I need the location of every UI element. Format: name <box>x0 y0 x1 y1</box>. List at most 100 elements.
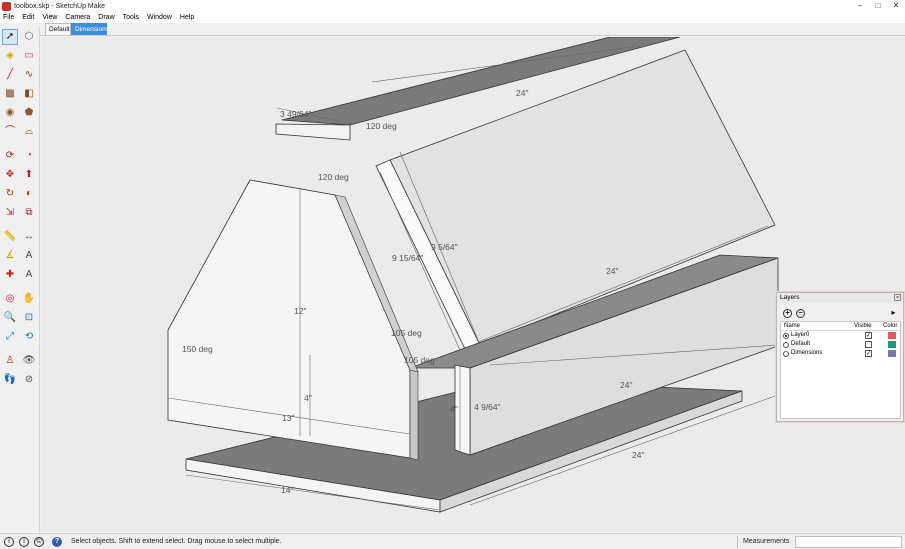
layer-visible-checkbox[interactable]: ✓ <box>865 332 872 339</box>
previous-view-icon[interactable]: ⟲ <box>21 329 37 345</box>
scale-icon[interactable]: ⇲ <box>2 205 18 221</box>
layer-name[interactable]: Default <box>791 340 810 349</box>
text-icon[interactable]: A <box>21 248 37 264</box>
menu-view[interactable]: View <box>42 14 57 21</box>
arc-icon[interactable]: ⌒ <box>2 124 18 140</box>
top-strip-front[interactable] <box>275 123 351 141</box>
minimize-button[interactable]: – <box>851 0 869 11</box>
walk-icon[interactable]: 👣 <box>2 372 18 388</box>
details-arrow-icon[interactable]: ▸ <box>889 308 898 317</box>
follow-me-icon[interactable]: ◐ <box>21 186 37 202</box>
rectangle-icon[interactable]: ▩ <box>2 86 18 102</box>
look-around-icon[interactable]: 👁 <box>21 353 37 369</box>
three-point-arc-icon[interactable]: ⟳ <box>2 148 18 164</box>
select-icon[interactable]: ➚ <box>2 29 18 45</box>
arc-icon-glyph: ⌒ <box>5 126 15 137</box>
dim-front-board-height[interactable]: 4 9/64" <box>474 402 501 412</box>
eraser-icon[interactable]: ▭ <box>21 48 37 64</box>
geo-location-icon[interactable]: i <box>4 537 14 547</box>
layer-row-default[interactable]: Default <box>781 340 900 349</box>
layer-name[interactable]: Dimensions <box>791 349 822 358</box>
end-panel-bottom-edge[interactable] <box>409 369 419 461</box>
dim-end-lower-height[interactable]: 4" <box>304 393 312 403</box>
two-point-arc-icon[interactable]: ⌓ <box>21 124 37 140</box>
push-pull-icon[interactable]: ⬆ <box>21 167 37 183</box>
dim-front-angle-b[interactable]: 105 deg <box>404 355 435 365</box>
model-viewport[interactable]: 3 49/64" 120 deg 24" 120 deg 24" 9 5/64"… <box>41 37 905 532</box>
menu-draw[interactable]: Draw <box>98 14 114 21</box>
3d-text-icon[interactable]: A <box>21 267 37 283</box>
credits-icon[interactable]: i <box>19 537 29 547</box>
menu-camera[interactable]: Camera <box>65 14 90 21</box>
protractor-icon[interactable]: ∡ <box>2 248 18 264</box>
line-icon[interactable]: ╱ <box>2 67 18 83</box>
measurements-input[interactable] <box>795 536 902 548</box>
remove-layer-button[interactable]: − <box>796 309 805 318</box>
menu-help[interactable]: Help <box>180 14 194 21</box>
zoom-extents-icon[interactable]: ⤢ <box>2 329 18 345</box>
layer-row-dimensions[interactable]: Dimensions ✓ <box>781 349 900 358</box>
dim-front-angle-a[interactable]: 105 deg <box>391 328 422 338</box>
active-layer-radio[interactable] <box>783 351 789 357</box>
menu-tools[interactable]: Tools <box>123 14 139 21</box>
component-icon[interactable]: ⬡ <box>21 29 37 45</box>
close-button[interactable]: ✕ <box>887 0 905 11</box>
dim-base-width[interactable]: 14" <box>281 485 293 495</box>
menu-window[interactable]: Window <box>147 14 172 21</box>
axes-icon[interactable]: ✚ <box>2 267 18 283</box>
scene-tabs: Default Dimensions <box>0 23 905 36</box>
pie-icon[interactable]: ◔ <box>21 148 37 164</box>
maximize-button[interactable]: □ <box>869 0 887 11</box>
tab-default[interactable]: Default <box>45 23 71 35</box>
rotated-rectangle-icon[interactable]: ◧ <box>21 86 37 102</box>
layer-visible-checkbox[interactable]: ✓ <box>865 350 872 357</box>
column-color-header[interactable]: Color <box>883 322 897 331</box>
tape-measure-icon[interactable]: 📏 <box>2 229 18 245</box>
layer-visible-checkbox[interactable] <box>865 341 872 348</box>
section-plane-icon[interactable]: ⊘ <box>21 372 37 388</box>
active-layer-radio[interactable] <box>783 333 789 339</box>
column-name-header[interactable]: Name <box>784 322 800 331</box>
offset-icon[interactable]: ⧉ <box>21 205 37 221</box>
toolbox-model[interactable]: 3 49/64" 120 deg 24" 120 deg 24" 9 5/64"… <box>41 37 905 532</box>
dim-front-height[interactable]: 4" <box>450 404 458 414</box>
sign-in-icon[interactable]: © <box>34 537 44 547</box>
dim-base-length[interactable]: 24" <box>632 450 644 460</box>
column-visible-header[interactable]: Visible <box>854 322 872 331</box>
paint-bucket-icon[interactable]: ◈ <box>2 48 18 64</box>
tab-dimensions[interactable]: Dimensions <box>71 23 109 35</box>
dim-side-panel-length[interactable]: 24" <box>606 266 618 276</box>
position-camera-icon[interactable]: ♙ <box>2 353 18 369</box>
move-icon[interactable]: ✥ <box>2 167 18 183</box>
zoom-window-icon[interactable]: ⊡ <box>21 310 37 326</box>
dim-side-angle[interactable]: 120 deg <box>318 172 349 182</box>
dim-end-width[interactable]: 13" <box>282 413 294 423</box>
active-layer-radio[interactable] <box>783 342 789 348</box>
dim-end-left-angle[interactable]: 150 deg <box>182 344 213 354</box>
polygon-icon[interactable]: ⬟ <box>21 105 37 121</box>
dim-slant-height[interactable]: 9 15/64" <box>392 253 423 263</box>
add-layer-button[interactable]: + <box>783 309 792 318</box>
rotate-icon[interactable]: ↻ <box>2 186 18 202</box>
orbit-icon[interactable]: ◎ <box>2 291 18 307</box>
dim-side-panel-width[interactable]: 9 5/64" <box>431 242 458 252</box>
layer-row-layer0[interactable]: Layer0 ✓ <box>781 331 900 340</box>
zoom-icon[interactable]: 🔍 <box>2 310 18 326</box>
freehand-icon[interactable]: ∿ <box>21 67 37 83</box>
pan-icon[interactable]: ✋ <box>21 291 37 307</box>
layer-color-swatch[interactable] <box>888 350 896 357</box>
close-icon[interactable]: × <box>894 294 901 301</box>
layer-color-swatch[interactable] <box>888 332 896 339</box>
dim-end-height[interactable]: 12" <box>294 306 306 316</box>
instructor-help-icon[interactable]: ? <box>52 537 62 547</box>
menu-edit[interactable]: Edit <box>22 14 34 21</box>
dim-top-angle[interactable]: 120 deg <box>366 121 397 131</box>
menu-file[interactable]: File <box>3 14 14 21</box>
layer-name[interactable]: Layer0 <box>791 331 809 340</box>
dim-front-length[interactable]: 24" <box>620 380 632 390</box>
layer-color-swatch[interactable] <box>888 341 896 348</box>
dimension-icon[interactable]: ↔ <box>21 229 37 245</box>
dim-top-length[interactable]: 24" <box>516 88 528 98</box>
circle-icon[interactable]: ◉ <box>2 105 18 121</box>
dim-top-width[interactable]: 3 49/64" <box>280 109 311 119</box>
